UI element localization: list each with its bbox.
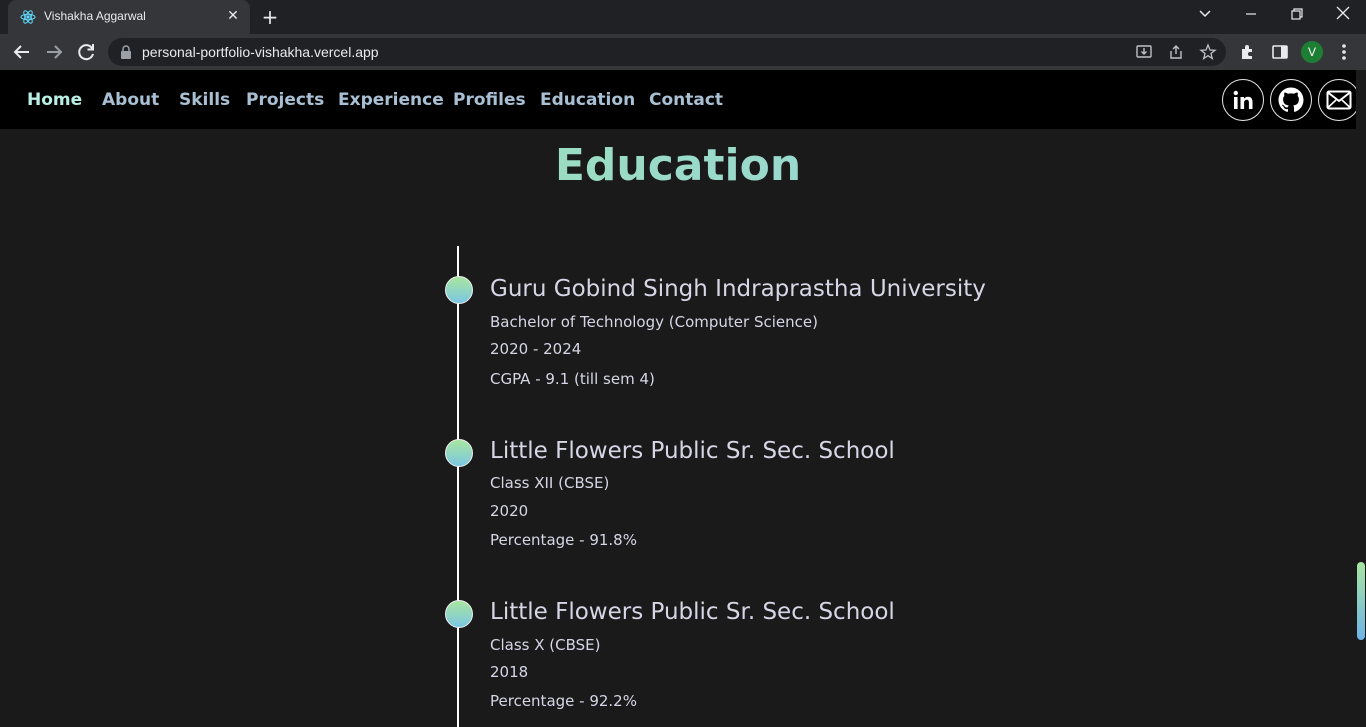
- side-panel-icon[interactable]: [1271, 43, 1289, 61]
- nav-link-about[interactable]: About: [102, 90, 159, 110]
- tab-search-icon[interactable]: [1193, 5, 1217, 29]
- institution-name: Little Flowers Public Sr. Sec. School: [490, 599, 895, 625]
- lock-icon[interactable]: [120, 45, 132, 59]
- years-text: 2018: [490, 663, 529, 681]
- nav-link-skills[interactable]: Skills: [179, 90, 230, 110]
- url-text[interactable]: personal-portfolio-vishakha.vercel.app: [142, 44, 379, 60]
- close-window-icon[interactable]: [1331, 5, 1355, 29]
- browser-toolbar: personal-portfolio-vishakha.vercel.app V: [0, 34, 1366, 70]
- tab-close-icon[interactable]: ✕: [224, 7, 242, 25]
- institution-name: Little Flowers Public Sr. Sec. School: [490, 438, 895, 464]
- timeline-dot: [445, 600, 473, 628]
- reload-icon[interactable]: [74, 40, 98, 64]
- browser-menu-icon[interactable]: [1336, 41, 1352, 63]
- institution-name: Guru Gobind Singh Indraprastha Universit…: [490, 276, 986, 302]
- new-tab-button[interactable]: +: [259, 6, 281, 28]
- degree-text: Bachelor of Technology (Computer Science…: [490, 313, 818, 331]
- timeline-dot: [445, 276, 473, 304]
- score-text: Percentage - 92.2%: [490, 692, 637, 710]
- react-icon: [20, 10, 36, 24]
- profile-avatar[interactable]: V: [1301, 41, 1323, 63]
- restore-icon[interactable]: [1285, 5, 1309, 29]
- scrollbar-thumb[interactable]: [1357, 562, 1365, 640]
- years-text: 2020 - 2024: [490, 340, 582, 358]
- degree-text: Class X (CBSE): [490, 636, 601, 654]
- linkedin-button[interactable]: [1222, 79, 1264, 121]
- github-icon: [1278, 87, 1304, 112]
- years-text: 2020: [490, 502, 529, 520]
- forward-icon[interactable]: [42, 40, 66, 64]
- nav-link-contact[interactable]: Contact: [649, 90, 723, 110]
- nav-link-experience[interactable]: Experience: [338, 90, 444, 110]
- minimize-icon[interactable]: [1239, 5, 1263, 29]
- site-navbar: Home About Skills Projects Experience Pr…: [0, 70, 1356, 129]
- back-icon[interactable]: [10, 40, 34, 64]
- extensions-icon[interactable]: [1239, 43, 1257, 61]
- nav-link-education[interactable]: Education: [540, 90, 635, 110]
- address-bar[interactable]: personal-portfolio-vishakha.vercel.app: [108, 38, 1226, 66]
- nav-link-projects[interactable]: Projects: [246, 90, 324, 110]
- github-button[interactable]: [1270, 79, 1312, 121]
- score-text: Percentage - 91.8%: [490, 531, 637, 549]
- section-title: Education: [0, 140, 1356, 191]
- tab-title: Vishakha Aggarwal: [44, 9, 146, 23]
- page-viewport: Home About Skills Projects Experience Pr…: [0, 70, 1356, 727]
- mail-icon: [1326, 90, 1352, 110]
- timeline-dot: [445, 439, 473, 467]
- page-scrollbar[interactable]: [1356, 70, 1366, 727]
- linkedin-icon: [1233, 90, 1253, 109]
- share-icon[interactable]: [1167, 43, 1185, 61]
- degree-text: Class XII (CBSE): [490, 474, 610, 492]
- score-text: CGPA - 9.1 (till sem 4): [490, 370, 655, 388]
- email-button[interactable]: [1318, 79, 1356, 121]
- nav-link-profiles[interactable]: Profiles: [453, 90, 526, 110]
- bookmark-star-icon[interactable]: [1199, 43, 1217, 61]
- browser-tab[interactable]: Vishakha Aggarwal ✕: [8, 0, 250, 34]
- timeline-line: [457, 246, 459, 727]
- install-app-icon[interactable]: [1135, 43, 1153, 61]
- browser-tab-bar: Vishakha Aggarwal ✕ +: [0, 0, 1366, 34]
- nav-link-home[interactable]: Home: [27, 90, 82, 110]
